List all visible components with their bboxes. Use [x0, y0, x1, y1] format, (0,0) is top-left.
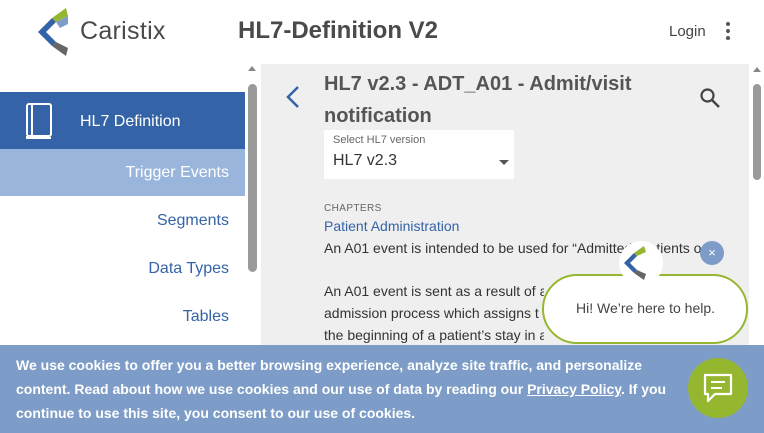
chapter-link[interactable]: Patient Administration	[324, 218, 459, 234]
search-icon[interactable]	[699, 87, 721, 109]
sidebar-item-label: HL7 Definition	[80, 113, 181, 130]
description-paragraph: An A01 event is sent as a result of a	[324, 283, 544, 299]
chat-icon	[703, 373, 733, 403]
brand-name[interactable]: Caristix	[80, 17, 166, 46]
description-paragraph: the beginning of a patient’s stay in a	[324, 327, 544, 343]
cookie-banner: We use cookies to offer you a better bro…	[0, 345, 764, 433]
select-label: Select HL7 version	[333, 134, 426, 146]
page-title: HL7 v2.3 - ADT_A01 - Admit/visit notific…	[324, 73, 632, 127]
select-value: HL7 v2.3	[333, 152, 398, 169]
caret-down-icon	[499, 160, 509, 165]
privacy-policy-link[interactable]: Privacy Policy	[527, 381, 621, 397]
kebab-menu-icon[interactable]	[722, 22, 734, 42]
main-scrollbar[interactable]	[753, 84, 761, 180]
main-scroll-up-arrow[interactable]	[753, 67, 761, 72]
app-title: HL7-Definition V2	[238, 17, 439, 44]
chevron-left-icon[interactable]	[284, 84, 302, 110]
login-link[interactable]: Login	[669, 23, 706, 40]
close-icon[interactable]: ×	[700, 241, 724, 265]
description-paragraph: admission process which assigns t	[324, 305, 539, 321]
description-paragraph: An A01 event is intended to be used for …	[324, 240, 702, 256]
chat-greeting-text: Hi! We’re here to help.	[576, 300, 716, 316]
cookie-message: We use cookies to offer you a better bro…	[16, 353, 686, 425]
sidebar-scrollbar[interactable]	[248, 84, 257, 272]
book-icon	[26, 103, 52, 139]
caristix-logo[interactable]	[38, 8, 74, 56]
sidebar-item-hl7-definition[interactable]: HL7 Definition	[0, 92, 245, 149]
sidebar-scroll-up-arrow[interactable]	[248, 66, 256, 71]
chat-avatar-logo	[619, 241, 663, 285]
sidebar-item-segments[interactable]: Segments	[0, 197, 245, 244]
hl7-version-select[interactable]: Select HL7 version HL7 v2.3	[324, 130, 514, 179]
sidebar-item-data-types[interactable]: Data Types	[0, 245, 245, 292]
chapters-label: CHAPTERS	[324, 203, 382, 214]
sidebar-item-tables[interactable]: Tables	[0, 293, 245, 340]
app-header: Caristix HL7-Definition V2 Login	[0, 0, 764, 64]
sidebar-item-trigger-events[interactable]: Trigger Events	[0, 149, 245, 196]
chat-launcher-button[interactable]	[688, 358, 748, 418]
